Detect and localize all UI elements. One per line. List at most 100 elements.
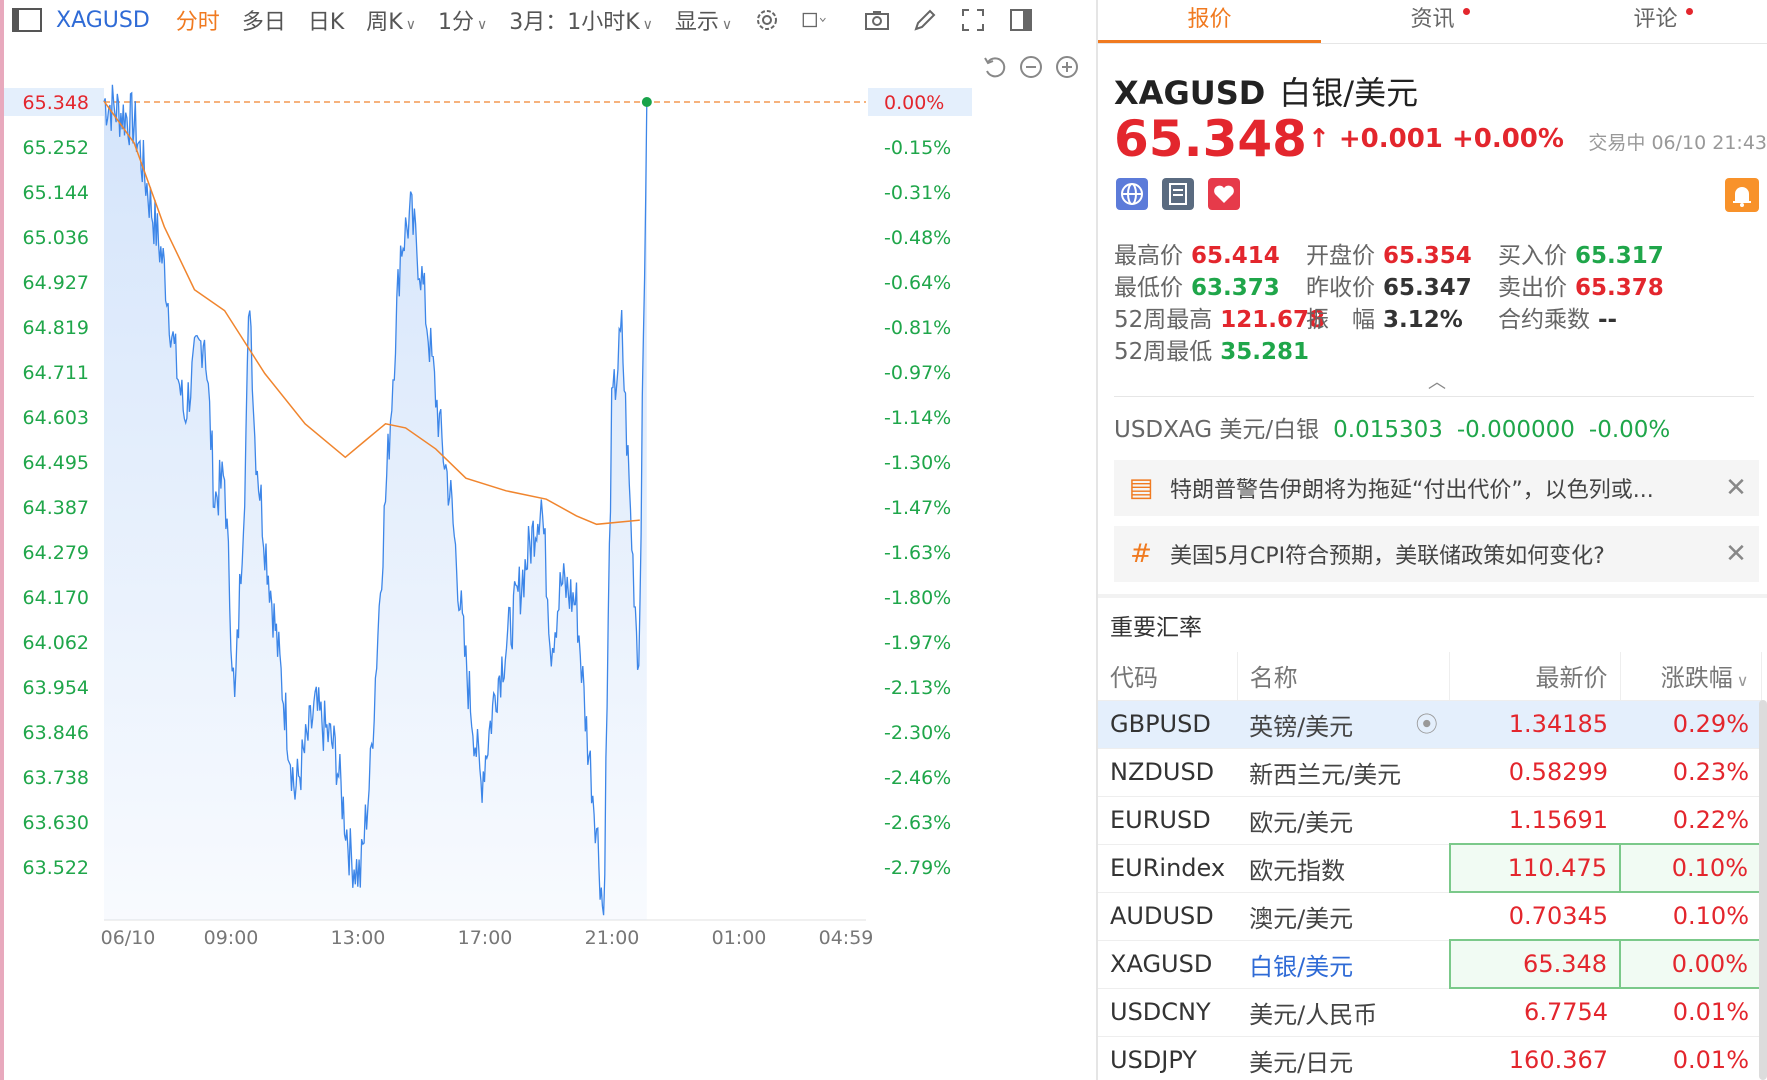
inverse-label: USDXAG 美元/白银 [1114, 417, 1320, 443]
tab-daily-k[interactable]: 日K [308, 4, 344, 36]
display-menu[interactable]: 显示 ∨ [675, 4, 732, 36]
trading-status: 交易中 06/10 21:43 [1588, 132, 1767, 154]
table-row[interactable]: USDJPY 美元/日元 160.367 0.01% [1098, 1036, 1761, 1080]
row-name-text: 英镑/美元 [1249, 712, 1354, 741]
stat-contract-multiplier: 合约乘数 -- [1498, 300, 1617, 334]
fullscreen-icon[interactable] [960, 7, 986, 33]
camera-icon[interactable] [864, 7, 890, 33]
price-tick-label: 64.927 [23, 272, 89, 294]
row-code-text: XAGUSD [1110, 950, 1213, 978]
stat-ask: 卖出价 65.378 [1498, 268, 1664, 302]
price-tick-label: 63.846 [23, 722, 89, 744]
row-change: 0.00% [1619, 939, 1762, 989]
table-row[interactable]: EURUSD 欧元/美元 1.15691 0.22% [1098, 796, 1761, 845]
compare-box-icon[interactable] [802, 7, 842, 33]
tab-weekly-k[interactable]: 周K ∨ [366, 4, 416, 36]
quote-name: 白银/美元 [1279, 74, 1419, 112]
panel-toggle-icon[interactable] [1008, 7, 1034, 33]
close-icon[interactable]: ✕ [1721, 473, 1751, 503]
document-icon: ▤ [1128, 473, 1154, 503]
chart-toolbar: XAGUSD 分时 多日 日K 周K ∨ 1分 ∨ 3月：1小时K ∨ 显示 ∨ [4, 0, 1096, 40]
price-tick-label: 65.144 [23, 182, 89, 204]
row-name: 欧元/美元 [1237, 796, 1450, 845]
tab-comments[interactable]: 评论 [1544, 0, 1767, 43]
close-icon[interactable]: ✕ [1721, 539, 1751, 569]
note-icon[interactable] [1162, 178, 1194, 210]
divider [1114, 396, 1754, 397]
tab-multi-day[interactable]: 多日 [242, 4, 286, 36]
tab-quote[interactable]: 报价 [1098, 0, 1321, 43]
intraday-chart[interactable]: 65.348 65.252 65.144 65.036 64.927 64.819 64.7… [4, 40, 1096, 1080]
pct-tick-label: -1.30% [884, 452, 951, 474]
row-price-text: 1.15691 [1508, 805, 1609, 834]
unread-dot [1685, 8, 1693, 15]
col-name[interactable]: 名称 [1237, 652, 1451, 701]
inverse-quote[interactable]: USDXAG 美元/白银 0.015303 -0.000000 -0.00% [1114, 410, 1670, 444]
time-tick-label: 13:00 [331, 927, 386, 949]
news-text[interactable]: 特朗普警告伊朗将为拖延“付出代价”，以色列或... [1170, 472, 1721, 504]
table-row[interactable]: USDCNY 美元/人民币 6.7754 0.01% [1098, 988, 1761, 1037]
news-item[interactable]: # 美国5月CPI符合预期，美联储政策如何变化? ✕ [1114, 526, 1759, 582]
stat-label: 振 幅 [1306, 307, 1375, 333]
news-item[interactable]: ▤ 特朗普警告伊朗将为拖延“付出代价”，以色列或... ✕ [1114, 460, 1759, 516]
pct-tick-label: -0.15% [884, 137, 951, 159]
price-tick-label: 63.738 [23, 767, 89, 789]
row-code: AUDUSD [1098, 892, 1238, 941]
table-row[interactable]: GBPUSD 英镑/美元 ⦿ 1.34185 0.29% [1098, 700, 1761, 749]
quote-symbol: XAGUSD [1114, 74, 1266, 112]
col-change[interactable]: 涨跌幅 ∨ [1620, 652, 1762, 701]
scrollbar[interactable] [1759, 700, 1767, 1080]
row-price: 65.348 [1448, 939, 1622, 989]
pct-tick-label: -2.46% [884, 767, 951, 789]
bell-icon[interactable] [1725, 178, 1759, 212]
rates-title: 重要汇率 [1110, 615, 1202, 641]
stat-prev-close: 昨收价 65.347 [1306, 268, 1472, 302]
row-change-text: 0.10% [1671, 854, 1748, 882]
up-arrow-icon: ↑ [1308, 124, 1330, 154]
row-price: 0.70345 [1449, 892, 1621, 941]
tab-intraday[interactable]: 分时 [176, 4, 220, 36]
sidebar-toggle-icon[interactable] [12, 8, 42, 32]
collapse-chevron-icon[interactable]: ︿ [1428, 368, 1446, 394]
tab-news[interactable]: 资讯 [1321, 0, 1544, 43]
col-code[interactable]: 代码 [1098, 652, 1238, 701]
table-row[interactable]: EURindex 欧元指数 110.475 0.10% [1098, 843, 1762, 893]
table-row[interactable]: NZDUSD 新西兰元/美元 0.58299 0.23% [1098, 748, 1761, 797]
stat-label: 开盘价 [1306, 243, 1375, 269]
price-tick-label: 64.495 [23, 452, 89, 474]
row-change-text: 0.29% [1672, 710, 1749, 738]
watch-icon[interactable]: ⦿ [1416, 707, 1438, 739]
row-code-text: GBPUSD [1110, 710, 1211, 738]
table-row[interactable]: AUDUSD 澳元/美元 0.70345 0.10% [1098, 892, 1761, 941]
table-row[interactable]: XAGUSD 白银/美元 65.348 0.00% [1098, 939, 1762, 989]
row-change: 0.10% [1620, 892, 1761, 941]
row-code: EURindex [1098, 844, 1238, 893]
settings-gear-icon[interactable] [754, 7, 780, 33]
stat-label: 合约乘数 [1498, 307, 1590, 333]
row-name-text: 欧元指数 [1249, 856, 1346, 885]
chart-canvas[interactable]: 65.348 65.252 65.144 65.036 64.927 64.819 64.7… [4, 40, 1096, 1080]
pencil-icon[interactable] [912, 7, 938, 33]
pct-tick-label: -0.81% [884, 317, 951, 339]
pct-tick-label: -2.79% [884, 857, 951, 879]
zoom-in-icon[interactable] [1054, 54, 1080, 80]
symbol-label[interactable]: XAGUSD [56, 8, 150, 33]
price-tick-label: 63.630 [23, 812, 89, 834]
row-name-text: 欧元/美元 [1249, 808, 1354, 837]
tab-range[interactable]: 3月：1小时K ∨ [509, 4, 653, 36]
row-code-text: EURUSD [1110, 806, 1211, 834]
globe-icon[interactable] [1116, 178, 1148, 210]
tab-news-label: 资讯 [1410, 7, 1455, 32]
reset-icon[interactable] [982, 54, 1008, 80]
stat-label: 最低价 [1114, 275, 1183, 301]
row-code: NZDUSD [1098, 748, 1238, 797]
row-code-text: USDJPY [1110, 1046, 1197, 1074]
row-name-text: 美元/人民币 [1249, 1000, 1378, 1029]
col-price[interactable]: 最新价 [1449, 652, 1621, 701]
news-text[interactable]: 美国5月CPI符合预期，美联储政策如何变化? [1170, 538, 1721, 570]
stat-value: 65.347 [1383, 275, 1472, 301]
pct-tick-label: 0.00% [884, 92, 944, 114]
tab-1min[interactable]: 1分 ∨ [438, 4, 487, 36]
zoom-out-icon[interactable] [1018, 54, 1044, 80]
heart-icon[interactable] [1208, 178, 1240, 210]
